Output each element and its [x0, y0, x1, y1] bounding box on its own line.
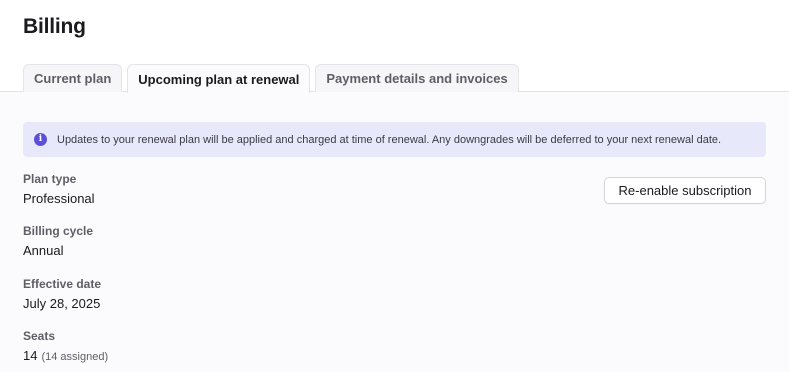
billing-cycle-value: Annual: [23, 243, 64, 258]
seats-value-row: 14 (14 assigned): [23, 348, 108, 363]
renewal-info-banner: i Updates to your renewal plan will be a…: [23, 122, 766, 157]
billing-cycle-label: Billing cycle: [23, 224, 94, 238]
tab-label: Upcoming plan at renewal: [138, 71, 300, 87]
page-title: Billing: [23, 15, 86, 38]
tab-label: Payment details and invoices: [326, 71, 508, 86]
plan-type-label: Plan type: [23, 172, 77, 186]
re-enable-subscription-button[interactable]: Re-enable subscription: [604, 177, 766, 204]
tab-payment-details[interactable]: Payment details and invoices: [315, 64, 519, 92]
seats-label: Seats: [23, 329, 56, 343]
info-icon: i: [34, 133, 47, 146]
page-header: Billing Current plan Upcoming plan at re…: [0, 0, 789, 93]
seats-count: 14: [23, 348, 38, 363]
plan-type-field: Plan type Professional: [23, 172, 95, 206]
banner-text: Updates to your renewal plan will be app…: [57, 133, 722, 146]
plan-type-value: Professional: [23, 191, 95, 206]
effective-date-field: Effective date July 28, 2025: [23, 277, 101, 311]
billing-cycle-field: Billing cycle Annual: [23, 224, 93, 258]
billing-tabs: Current plan Upcoming plan at renewal Pa…: [23, 64, 519, 93]
tab-upcoming-plan[interactable]: Upcoming plan at renewal: [127, 64, 311, 93]
tab-current-plan[interactable]: Current plan: [23, 64, 123, 92]
effective-date-value: July 28, 2025: [23, 296, 101, 311]
effective-date-label: Effective date: [23, 277, 102, 291]
upcoming-plan-panel: i Updates to your renewal plan will be a…: [0, 92, 789, 372]
seats-field: Seats 14 (14 assigned): [23, 329, 108, 363]
seats-assigned: (14 assigned): [41, 351, 109, 363]
tab-label: Current plan: [34, 71, 112, 86]
